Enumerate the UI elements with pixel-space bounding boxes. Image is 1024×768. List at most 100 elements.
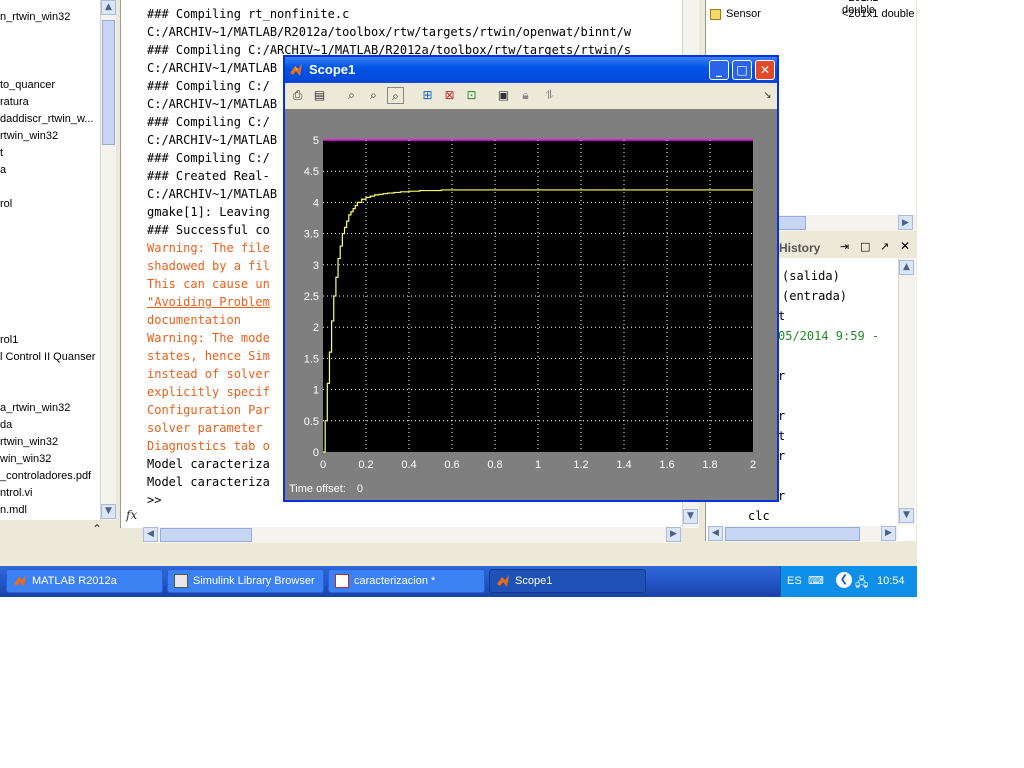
y-tick-label: 0.5 [304, 416, 319, 428]
file-item[interactable]: daddiscr_rtwin_w... [0, 113, 94, 126]
y-tick-label: 1 [313, 385, 319, 397]
lock-icon[interactable]: 🔒︎ [517, 87, 534, 104]
signal-selector-icon[interactable]: ⥮ [541, 87, 558, 104]
maximize-button[interactable]: □ [732, 60, 752, 80]
history-entry[interactable]: clc [748, 506, 770, 526]
y-tick-label: 4.5 [304, 166, 319, 178]
history-entry[interactable]: r [778, 486, 785, 506]
minimize-button[interactable]: _ [709, 60, 729, 80]
close-icon[interactable]: ✕ [900, 239, 910, 253]
autoscale-icon[interactable]: ⊞ [419, 87, 436, 104]
parameters-icon[interactable]: ▤ [311, 87, 328, 104]
scroll-up-button[interactable]: ▲ [101, 0, 116, 15]
command-output-line: C:/ARCHIV~1/MATLAB [147, 187, 278, 201]
file-item[interactable]: l Control II Quanser [0, 351, 95, 364]
command-output-line: C:/ARCHIV~1/MATLAB [147, 133, 278, 147]
scroll-right-button[interactable]: ▶ [898, 215, 913, 230]
scroll-right-button[interactable]: ▶ [881, 526, 896, 541]
file-item[interactable]: win_win32 [0, 453, 51, 466]
command-output-line: explicitly specif [147, 385, 270, 399]
command-output-line: ### Compiling C:/ [147, 79, 270, 93]
file-item[interactable]: n_rtwin_win32 [0, 11, 70, 24]
collapse-details-button[interactable]: ⌃ [92, 522, 102, 536]
scroll-left-button[interactable]: ◀ [708, 526, 723, 541]
zoom-y-icon[interactable]: ⌕ [387, 87, 404, 104]
history-entry[interactable]: 05/2014 9:59 - [778, 326, 879, 346]
x-tick-label: 1.8 [702, 459, 717, 471]
file-item[interactable]: rol1 [0, 334, 18, 347]
taskbar-scope1[interactable]: Scope1 [489, 569, 646, 593]
command-output-line: instead of solver [147, 367, 270, 381]
scroll-up-button[interactable]: ▲ [899, 260, 914, 275]
task-label: Simulink Library Browser [193, 575, 315, 587]
file-item[interactable]: t [0, 147, 3, 160]
file-item[interactable]: da [0, 419, 12, 432]
history-hscrollbar[interactable]: ◀ ▶ [708, 526, 898, 542]
history-entry[interactable]: t [778, 306, 785, 326]
maximize-icon[interactable]: □ [860, 240, 870, 253]
save-axes-icon[interactable]: ⊠ [441, 87, 458, 104]
language-indicator[interactable]: ES [787, 575, 802, 587]
close-button[interactable]: ✕ [755, 60, 775, 80]
history-entry[interactable]: t [778, 426, 785, 446]
workspace-row[interactable]: Sensor <201x1 double [706, 8, 916, 22]
file-browser-scrollbar[interactable]: ▲ ▼ [100, 0, 116, 520]
x-tick-label: 1.6 [659, 459, 674, 471]
restore-axes-icon[interactable]: ⊡ [463, 87, 480, 104]
command-output-line: Configuration Par [147, 403, 270, 417]
taskbar: MATLAB R2012a Simulink Library Browser c… [0, 566, 917, 597]
matlab-logo-icon [496, 574, 510, 588]
network-icon[interactable]: 🖧︎ [855, 573, 868, 594]
history-title: History [779, 241, 821, 255]
file-item[interactable]: rol [0, 198, 12, 211]
scroll-thumb[interactable] [102, 20, 115, 145]
taskbar-simulink-library[interactable]: Simulink Library Browser [167, 569, 324, 593]
taskbar-matlab[interactable]: MATLAB R2012a [6, 569, 163, 593]
zoom-icon[interactable]: ⌕ [343, 87, 360, 104]
fx-icon[interactable]: fx [126, 508, 137, 522]
history-entry[interactable]: r [778, 366, 785, 386]
matlab-logo-icon [289, 62, 303, 76]
undock-icon[interactable]: ⇥ [840, 240, 849, 253]
print-icon[interactable]: ⎙ [289, 87, 306, 104]
keyboard-icon[interactable]: ⌨ [808, 574, 824, 587]
file-item[interactable]: a_rtwin_win32 [0, 402, 70, 415]
history-entry[interactable]: (salida) [782, 266, 840, 286]
scroll-right-button[interactable]: ▶ [666, 527, 681, 542]
tray-expand-icon[interactable]: ❮ [836, 572, 852, 588]
history-scrollbar[interactable]: ▲ ▼ [898, 258, 915, 525]
file-item[interactable]: _controladores.pdf [0, 470, 91, 483]
x-tick-label: 1 [535, 459, 541, 471]
history-entry[interactable]: (entrada) [782, 286, 847, 306]
x-tick-label: 0.4 [401, 459, 416, 471]
command-window-hscrollbar[interactable]: ◀ ▶ [143, 527, 681, 543]
history-entry[interactable]: r [778, 446, 785, 466]
command-output-line: Diagnostics tab o [147, 439, 270, 453]
file-item[interactable]: rtwin_win32 [0, 436, 58, 449]
file-item[interactable]: a [0, 164, 6, 177]
scope-title-bar[interactable]: Scope1 _ □ ✕ [285, 57, 777, 83]
dock-arrow-icon[interactable]: ↗ [880, 240, 889, 253]
floating-scope-icon[interactable]: ▣ [495, 87, 512, 104]
command-output-line: shadowed by a fil [147, 259, 270, 273]
scroll-down-button[interactable]: ▼ [101, 504, 116, 519]
file-item[interactable]: n.mdl [0, 504, 27, 517]
hscroll-thumb[interactable] [160, 528, 252, 542]
toolbar-dock-icon[interactable]: ↘ [759, 87, 776, 104]
file-item[interactable]: rtwin_win32 [0, 130, 58, 143]
file-item[interactable]: ntrol.vi [0, 487, 32, 500]
scroll-left-button[interactable]: ◀ [143, 527, 158, 542]
clock[interactable]: 10:54 [877, 575, 905, 587]
current-folder-panel: n_rtwin_win32 to_quancerratura daddiscr_rt… [0, 0, 100, 520]
taskbar-caracterizacion[interactable]: caracterizacion * [328, 569, 485, 593]
command-output-line: gmake[1]: Leaving [147, 205, 270, 219]
file-item[interactable]: ratura [0, 96, 29, 109]
file-item[interactable]: to_quancer [0, 79, 55, 92]
scroll-down-button[interactable]: ▼ [683, 509, 698, 524]
x-tick-label: 0.8 [487, 459, 502, 471]
hscroll-thumb[interactable] [725, 527, 860, 541]
zoom-x-icon[interactable]: ⌕ [365, 87, 382, 104]
scope-window[interactable]: Scope1 _ □ ✕ ⎙ ▤ ⌕ ⌕ ⌕ ⊞ ⊠ ⊡ ▣ 🔒︎ ⥮ ↘ 00… [283, 55, 779, 502]
scroll-down-button[interactable]: ▼ [899, 508, 914, 523]
history-entry[interactable]: r [778, 406, 785, 426]
